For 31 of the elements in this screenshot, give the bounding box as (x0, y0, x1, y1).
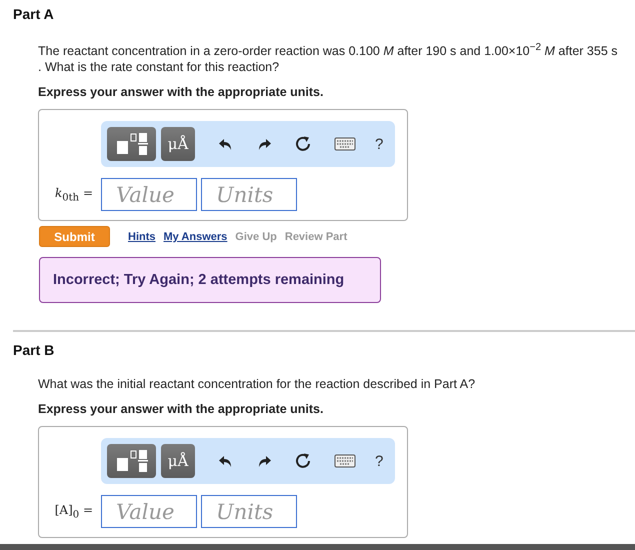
units-button[interactable]: μÅ (161, 127, 195, 162)
link[interactable]: My Answers (164, 230, 228, 243)
feedback-message: Incorrect; Try Again; 2 attempts remaining (39, 257, 381, 304)
redo-icon[interactable] (256, 453, 272, 470)
reset-icon[interactable] (294, 135, 312, 154)
template-icon (114, 132, 148, 156)
instruction-text: Express your answer with the appropriate units. (38, 402, 324, 416)
answer-label: k$_{0th}$ = (54, 186, 94, 204)
template-button[interactable] (107, 127, 156, 162)
keyboard-icon[interactable] (334, 137, 356, 152)
input-field[interactable]: Value (101, 495, 197, 528)
link[interactable]: Hints (128, 230, 156, 243)
template-button[interactable] (107, 444, 156, 478)
input-field[interactable]: Units (201, 495, 297, 528)
part-title: Part B (13, 341, 56, 360)
question-text: What was the initial reactant concentration for the reaction described in Part A? (38, 376, 476, 392)
instruction-text: Express your answer with the appropriate units. (38, 85, 324, 100)
keyboard-icon[interactable] (334, 454, 356, 468)
help-button[interactable]: ? (375, 452, 384, 470)
undo-icon[interactable] (218, 453, 234, 470)
units-button[interactable]: μÅ (161, 444, 195, 478)
help-button[interactable]: ? (375, 136, 384, 153)
part-title: Part A (13, 5, 55, 23)
template-icon (114, 449, 148, 474)
input-field[interactable]: Units (201, 178, 297, 212)
input-field[interactable]: Value (101, 178, 197, 212)
answer-label: [A]$_{0}$ = (54, 502, 94, 520)
redo-icon[interactable] (256, 136, 272, 152)
reset-icon[interactable] (294, 452, 312, 470)
question-text: The reactant concentration in a zero-order reaction was 0.100 M after 190 s and 1.00×10$^{−2}$ M after 355 s . What is the rate constant for this reaction? (38, 41, 618, 76)
undo-icon[interactable] (218, 136, 234, 152)
